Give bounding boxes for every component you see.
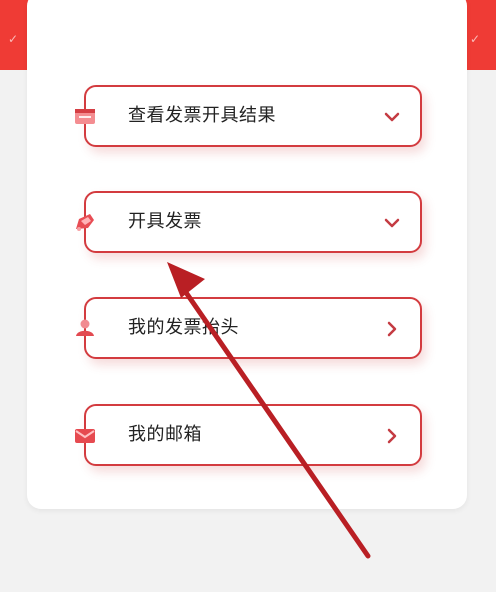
chevron-down-icon: [382, 107, 402, 127]
invoice-result-icon: [73, 105, 97, 127]
invoice-title-icon: [73, 317, 97, 339]
chevron-right-icon: [382, 426, 402, 446]
watermark-mark-left: ✓: [8, 32, 19, 46]
menu-item-label: 我的发票抬头: [128, 317, 239, 338]
watermark-mark-right: ✓: [470, 32, 481, 46]
menu-item-view-invoice-results[interactable]: 查看发票开具结果: [75, 85, 422, 147]
chevron-down-icon: [382, 213, 402, 233]
menu-item-label: 我的邮箱: [128, 424, 202, 445]
issue-invoice-icon: [73, 211, 97, 233]
menu-item-label: 开具发票: [128, 211, 202, 232]
menu-item-my-invoice-titles[interactable]: 我的发票抬头: [76, 297, 422, 359]
mailbox-icon: [73, 424, 97, 446]
menu-item-issue-invoice[interactable]: 开具发票: [76, 191, 422, 253]
chevron-right-icon: [382, 319, 402, 339]
menu-item-label: 查看发票开具结果: [128, 105, 276, 126]
menu-item-my-mailbox[interactable]: 我的邮箱: [75, 404, 422, 466]
